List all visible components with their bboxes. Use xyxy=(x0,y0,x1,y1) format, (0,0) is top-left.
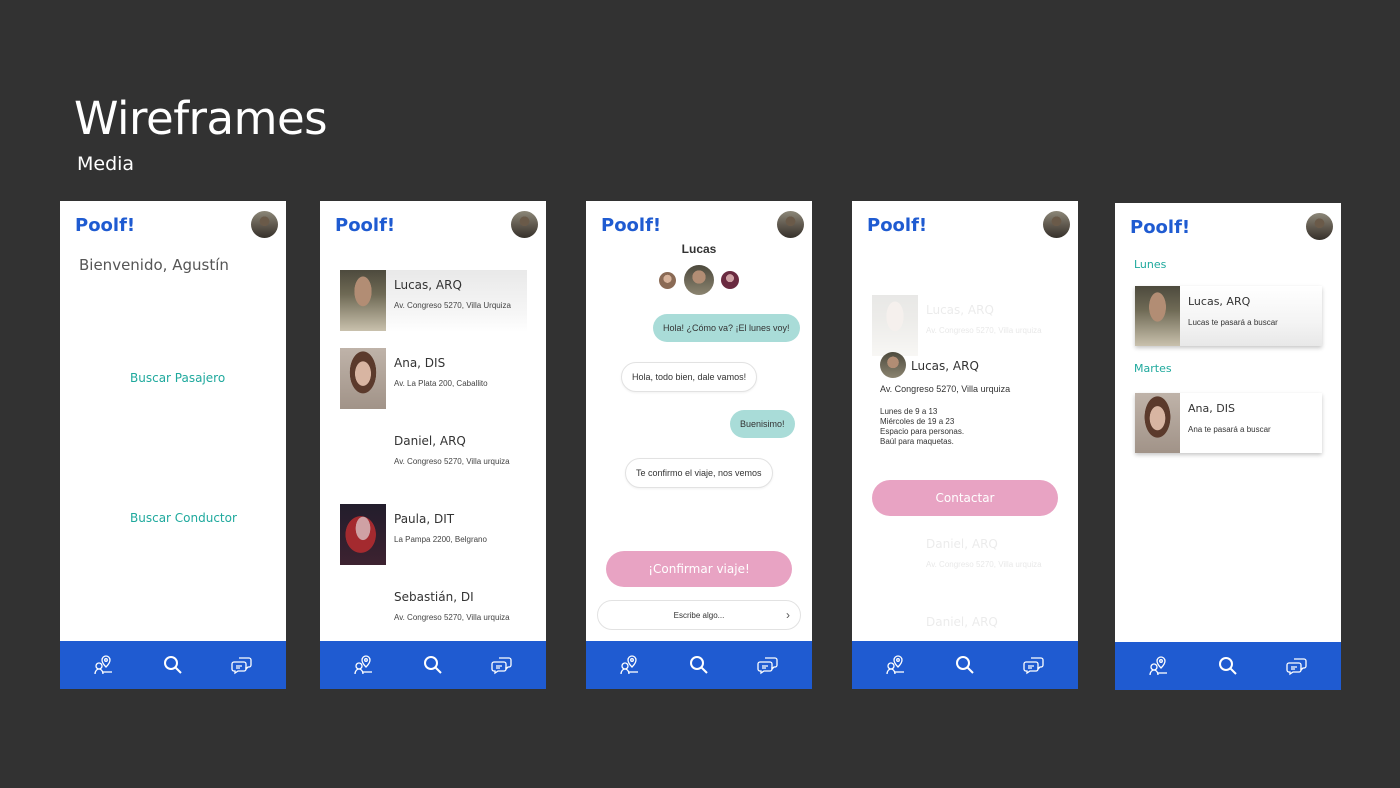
screen-driver-detail: Poolf! Lucas, ARQ Av. Congreso 5270, Vil… xyxy=(852,201,1078,689)
ride-driver-name: Lucas, ARQ xyxy=(1188,295,1251,308)
person-address: Av. Congreso 5270, Villa urquiza xyxy=(926,560,1042,569)
profile-avatar[interactable] xyxy=(251,211,278,238)
search-icon[interactable] xyxy=(685,651,713,679)
search-driver-link[interactable]: Buscar Conductor xyxy=(130,511,237,525)
person-name: Daniel, ARQ xyxy=(926,615,998,629)
app-logo: Poolf! xyxy=(75,215,136,236)
schedule-line: Baúl para maquetas. xyxy=(880,437,954,446)
message-sent: Hola! ¿Cómo va? ¡El lunes voy! xyxy=(653,314,800,342)
chat-icon[interactable] xyxy=(228,651,256,679)
person-address: Av. Congreso 5270, Villa urquiza xyxy=(926,326,1042,335)
app-logo: Poolf! xyxy=(335,215,396,236)
avatar xyxy=(340,348,386,409)
avatar xyxy=(872,295,918,356)
message-input[interactable]: Escribe algo... › xyxy=(597,600,801,630)
message-sent: Buenisimo! xyxy=(730,410,795,438)
profile-avatar[interactable] xyxy=(777,211,804,238)
chat-icon[interactable] xyxy=(1020,651,1048,679)
bottom-nav xyxy=(60,641,286,689)
map-pin-icon[interactable] xyxy=(350,651,378,679)
screen-home: Poolf! Bienvenido, Agustín Buscar Pasaje… xyxy=(60,201,286,689)
avatar xyxy=(1135,393,1180,453)
ride-card[interactable]: Lucas, ARQ Lucas te pasará a buscar xyxy=(1135,286,1322,346)
message-received: Te confirmo el viaje, nos vemos xyxy=(625,458,773,488)
list-item[interactable]: Lucas, ARQ Av. Congreso 5270, Villa Urqu… xyxy=(340,270,527,332)
bottom-nav xyxy=(320,641,546,689)
person-name: Ana, DIS xyxy=(394,356,446,370)
chat-icon[interactable] xyxy=(488,651,516,679)
person-address: La Pampa 2200, Belgrano xyxy=(394,535,487,544)
ride-card[interactable]: Ana, DIS Ana te pasará a buscar xyxy=(1135,393,1322,453)
search-icon[interactable] xyxy=(951,651,979,679)
person-address: Av. Congreso 5270, Villa urquiza xyxy=(394,613,510,622)
search-icon[interactable] xyxy=(159,651,187,679)
confirm-trip-button[interactable]: ¡Confirmar viaje! xyxy=(606,551,792,587)
schedule-line: Miércoles de 19 a 23 xyxy=(880,417,955,426)
map-pin-icon[interactable] xyxy=(616,651,644,679)
list-item: Lucas, ARQ Av. Congreso 5270, Villa urqu… xyxy=(872,295,1059,357)
avatar xyxy=(1135,286,1180,346)
avatar[interactable] xyxy=(684,265,714,295)
list-item[interactable]: Ana, DIS Av. La Plata 200, Caballito xyxy=(340,348,527,410)
person-name: Lucas, ARQ xyxy=(926,303,994,317)
list-item[interactable]: Daniel, ARQ Av. Congreso 5270, Villa urq… xyxy=(340,426,527,488)
bottom-nav xyxy=(1115,642,1341,690)
screen-chat: Poolf! Lucas Hola! ¿Cómo va? ¡El lunes v… xyxy=(586,201,812,689)
person-address: Av. La Plata 200, Caballito xyxy=(394,379,488,388)
driver-name: Lucas, ARQ xyxy=(911,359,979,373)
contact-button[interactable]: Contactar xyxy=(872,480,1058,516)
schedule-line: Espacio para personas. xyxy=(880,427,965,436)
map-pin-icon[interactable] xyxy=(882,651,910,679)
search-icon[interactable] xyxy=(1214,652,1242,680)
day-label: Lunes xyxy=(1134,258,1167,271)
message-input-placeholder: Escribe algo... xyxy=(673,610,725,620)
list-item[interactable]: Paula, DIT La Pampa 2200, Belgrano xyxy=(340,504,527,566)
person-name: Daniel, ARQ xyxy=(394,434,466,448)
profile-avatar[interactable] xyxy=(511,211,538,238)
message-received: Hola, todo bien, dale vamos! xyxy=(621,362,758,392)
person-address: Av. Congreso 5270, Villa urquiza xyxy=(394,457,510,466)
day-label: Martes xyxy=(1134,362,1172,375)
app-logo: Poolf! xyxy=(601,215,662,236)
person-name: Daniel, ARQ xyxy=(926,537,998,551)
ride-description: Ana te pasará a buscar xyxy=(1188,425,1271,434)
search-icon[interactable] xyxy=(419,651,447,679)
deck-title: Wireframes xyxy=(74,92,328,145)
bottom-nav xyxy=(852,641,1078,689)
bottom-nav xyxy=(586,641,812,689)
app-logo: Poolf! xyxy=(867,215,928,236)
person-name: Paula, DIT xyxy=(394,512,455,526)
welcome-text: Bienvenido, Agustín xyxy=(79,256,229,274)
driver-address: Av. Congreso 5270, Villa urquiza xyxy=(880,384,1011,394)
chat-icon[interactable] xyxy=(1283,652,1311,680)
chat-icon[interactable] xyxy=(754,651,782,679)
profile-avatar[interactable] xyxy=(1043,211,1070,238)
avatar xyxy=(880,352,906,378)
avatar xyxy=(340,504,386,565)
app-logo: Poolf! xyxy=(1130,217,1191,238)
person-name: Sebastián, DI xyxy=(394,590,474,604)
schedule-line: Lunes de 9 a 13 xyxy=(880,407,938,416)
ride-driver-name: Ana, DIS xyxy=(1188,402,1235,415)
profile-avatar[interactable] xyxy=(1306,213,1333,240)
deck-subtitle: Media xyxy=(77,153,135,175)
avatar[interactable] xyxy=(659,272,676,289)
map-pin-icon[interactable] xyxy=(90,651,118,679)
map-pin-icon[interactable] xyxy=(1145,652,1173,680)
list-item: Daniel, ARQ Av. Congreso 5270, Villa urq… xyxy=(872,529,1059,591)
screen-people-list: Poolf! Lucas, ARQ Av. Congreso 5270, Vil… xyxy=(320,201,546,689)
ride-description: Lucas te pasará a buscar xyxy=(1188,318,1278,327)
list-item[interactable]: Sebastián, DI Av. Congreso 5270, Villa u… xyxy=(340,582,527,644)
chat-contact-name: Lucas xyxy=(681,242,717,256)
screen-schedule: Poolf! Lunes Lucas, ARQ Lucas te pasará … xyxy=(1115,203,1341,690)
send-icon[interactable]: › xyxy=(786,608,790,622)
person-name: Lucas, ARQ xyxy=(394,278,462,292)
person-address: Av. Congreso 5270, Villa Urquiza xyxy=(394,301,511,310)
avatar[interactable] xyxy=(721,271,739,289)
avatar xyxy=(340,270,386,331)
search-passenger-link[interactable]: Buscar Pasajero xyxy=(130,371,225,385)
